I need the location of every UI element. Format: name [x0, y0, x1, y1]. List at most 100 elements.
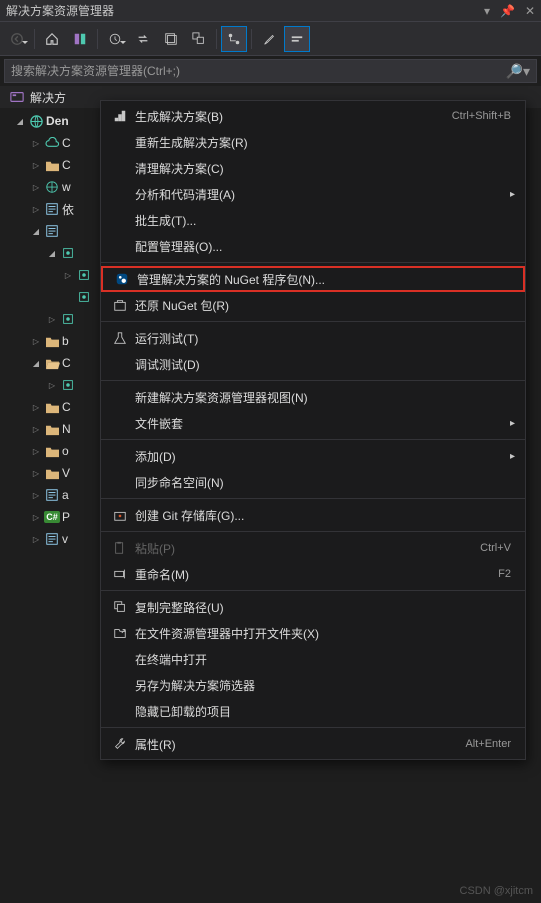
preview-button[interactable] — [284, 26, 310, 52]
menu-item[interactable]: 另存为解决方案筛选器 — [101, 672, 525, 698]
menu-separator — [101, 531, 525, 532]
menu-item[interactable]: 配置管理器(O)... — [101, 233, 525, 259]
close-icon[interactable]: ✕ — [525, 4, 535, 18]
menu-separator — [101, 439, 525, 440]
menu-item[interactable]: 重新生成解决方案(R) — [101, 129, 525, 155]
expand-arrow-icon[interactable] — [30, 181, 42, 193]
watermark: CSDN @xjitcm — [460, 885, 534, 897]
folder-icon — [44, 465, 60, 481]
properties-button[interactable] — [256, 26, 282, 52]
menu-item[interactable]: 属性(R)Alt+Enter — [101, 731, 525, 757]
folder-icon — [44, 399, 60, 415]
menu-item-label: 同步命名空间(N) — [131, 474, 517, 491]
expand-arrow-icon[interactable] — [30, 489, 42, 501]
sync-button[interactable] — [130, 26, 156, 52]
menu-item[interactable]: 隐藏已卸载的项目 — [101, 698, 525, 724]
blank-icon — [109, 237, 131, 255]
class-icon — [60, 377, 76, 393]
folder-icon — [44, 443, 60, 459]
expand-arrow-icon[interactable] — [30, 511, 42, 523]
shortcut-label: F2 — [498, 568, 517, 580]
expand-arrow-icon[interactable] — [46, 247, 58, 259]
dropdown-icon[interactable]: ▾ — [484, 4, 490, 18]
menu-item[interactable]: 同步命名空间(N) — [101, 469, 525, 495]
pin-icon[interactable]: 📌 — [500, 4, 515, 18]
menu-item-label: 配置管理器(O)... — [131, 238, 517, 255]
expand-arrow-icon[interactable] — [30, 357, 42, 369]
expand-arrow-icon[interactable] — [46, 379, 58, 391]
menu-item[interactable]: 分析和代码清理(A) — [101, 181, 525, 207]
menu-item-label: 运行测试(T) — [131, 330, 517, 347]
menu-item-label: 创建 Git 存储库(G)... — [131, 507, 517, 524]
menu-item[interactable]: 运行测试(T) — [101, 325, 525, 351]
solution-icon — [10, 90, 24, 104]
expand-arrow-icon[interactable] — [30, 225, 42, 237]
menu-item[interactable]: 还原 NuGet 包(R) — [101, 292, 525, 318]
show-all-button[interactable] — [186, 26, 212, 52]
menu-item[interactable]: 新建解决方案资源管理器视图(N) — [101, 384, 525, 410]
open-icon — [109, 624, 131, 642]
menu-item[interactable]: 生成解决方案(B)Ctrl+Shift+B — [101, 103, 525, 129]
config-icon — [44, 201, 60, 217]
expand-arrow-icon[interactable] — [30, 137, 42, 149]
menu-item[interactable]: 调试测试(D) — [101, 351, 525, 377]
menu-item-label: 另存为解决方案筛选器 — [131, 677, 517, 694]
menu-separator — [101, 590, 525, 591]
switch-view-button[interactable] — [67, 26, 93, 52]
class-icon — [60, 311, 76, 327]
menu-item[interactable]: 重命名(M)F2 — [101, 561, 525, 587]
nesting-button[interactable] — [221, 26, 247, 52]
config-icon — [44, 487, 60, 503]
expand-arrow-icon[interactable] — [30, 445, 42, 457]
menu-item-label: 在终端中打开 — [131, 651, 517, 668]
menu-item[interactable]: 清理解决方案(C) — [101, 155, 525, 181]
blank-icon — [109, 355, 131, 373]
shortcut-label: Ctrl+V — [480, 542, 517, 554]
back-button[interactable] — [4, 26, 30, 52]
menu-item-label: 调试测试(D) — [131, 356, 517, 373]
expand-arrow-icon[interactable] — [62, 291, 74, 303]
menu-item[interactable]: 在文件资源管理器中打开文件夹(X) — [101, 620, 525, 646]
expand-arrow-icon[interactable] — [30, 401, 42, 413]
search-dropdown-icon[interactable]: 🔎▾ — [500, 63, 530, 80]
blank-icon — [109, 473, 131, 491]
menu-item-label: 管理解决方案的 NuGet 程序包(N)... — [133, 271, 515, 288]
search-bar[interactable]: 🔎▾ — [4, 59, 537, 83]
menu-item[interactable]: 管理解决方案的 NuGet 程序包(N)... — [101, 266, 525, 292]
expand-arrow-icon[interactable] — [30, 159, 42, 171]
title-bar: 解决方案资源管理器 ▾ 📌 ✕ — [0, 0, 541, 22]
menu-separator — [101, 321, 525, 322]
menu-item-label: 添加(D) — [131, 448, 517, 465]
class-icon — [60, 245, 76, 261]
shortcut-label: Alt+Enter — [465, 738, 517, 750]
menu-separator — [101, 380, 525, 381]
expand-arrow-icon[interactable] — [30, 203, 42, 215]
toolbar — [0, 22, 541, 56]
menu-item[interactable]: 复制完整路径(U) — [101, 594, 525, 620]
blank-icon — [109, 185, 131, 203]
menu-item[interactable]: 文件嵌套 — [101, 410, 525, 436]
class-icon — [76, 267, 92, 283]
save-all-button[interactable] — [158, 26, 184, 52]
search-input[interactable] — [11, 64, 500, 78]
restore-icon — [109, 296, 131, 314]
home-button[interactable] — [39, 26, 65, 52]
expand-arrow-icon[interactable] — [46, 313, 58, 325]
menu-item-label: 属性(R) — [131, 736, 465, 753]
config-icon — [44, 223, 60, 239]
expand-arrow-icon[interactable] — [62, 269, 74, 281]
history-button[interactable] — [102, 26, 128, 52]
menu-item[interactable]: 批生成(T)... — [101, 207, 525, 233]
expand-arrow-icon[interactable] — [30, 467, 42, 479]
expand-arrow-icon[interactable] — [30, 423, 42, 435]
expand-arrow-icon[interactable] — [30, 335, 42, 347]
expand-arrow-icon[interactable] — [30, 533, 42, 545]
menu-separator — [101, 727, 525, 728]
menu-item[interactable]: 添加(D) — [101, 443, 525, 469]
folder-icon — [44, 421, 60, 437]
menu-item-label: 分析和代码清理(A) — [131, 186, 517, 203]
menu-separator — [101, 262, 525, 263]
menu-item[interactable]: 在终端中打开 — [101, 646, 525, 672]
menu-item[interactable]: 创建 Git 存储库(G)... — [101, 502, 525, 528]
blank-icon — [109, 650, 131, 668]
